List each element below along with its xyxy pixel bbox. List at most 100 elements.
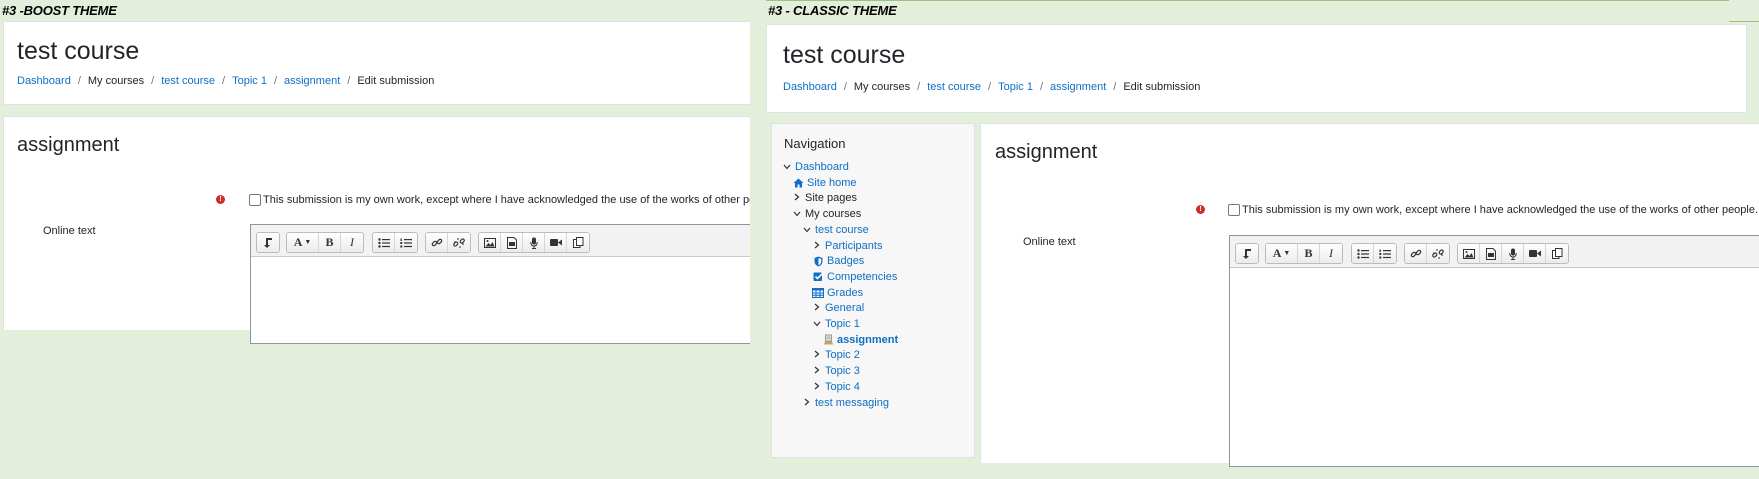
editor-content-area[interactable] xyxy=(251,258,750,343)
submission-statement-checkbox[interactable] xyxy=(1228,204,1240,216)
chevron-right-icon[interactable] xyxy=(802,398,812,408)
chevron-down-icon[interactable] xyxy=(792,209,802,219)
ordered-list-button[interactable] xyxy=(1374,244,1396,263)
unordered-list-button[interactable] xyxy=(373,233,395,252)
collapse-button[interactable] xyxy=(257,233,279,252)
breadcrumb-separator: / xyxy=(843,81,847,93)
toolbar-group xyxy=(372,232,418,253)
nav-item-label: My courses xyxy=(805,208,862,221)
breadcrumb-separator: / xyxy=(273,75,277,87)
theme-label: #3 -BOOST THEME xyxy=(2,3,117,18)
nav-item[interactable]: Grades xyxy=(812,286,863,300)
breadcrumb-item[interactable]: test course xyxy=(927,81,981,93)
editor-content-area[interactable] xyxy=(1230,269,1759,466)
chevron-down-icon[interactable] xyxy=(782,162,792,172)
breadcrumb-separator: / xyxy=(77,75,81,87)
unlink-icon xyxy=(453,237,465,249)
italic-button[interactable]: I xyxy=(1320,244,1342,263)
breadcrumb-separator: / xyxy=(1039,81,1043,93)
record-video-icon xyxy=(1528,249,1541,258)
check-square-icon xyxy=(812,271,824,282)
chevron-right-icon[interactable] xyxy=(812,241,822,251)
online-text-label: Online text xyxy=(43,225,96,237)
unlink-button[interactable] xyxy=(448,233,470,252)
submission-statement-checkbox[interactable] xyxy=(249,194,261,206)
font-style-button[interactable]: A ▼ xyxy=(287,233,319,252)
breadcrumb-separator: / xyxy=(988,81,992,93)
collapse-button[interactable] xyxy=(1236,244,1258,263)
italic-button[interactable]: I xyxy=(341,233,363,252)
manage-files-button[interactable] xyxy=(567,233,589,252)
bold-icon: B xyxy=(325,235,334,249)
nav-item-label: Topic 4 xyxy=(825,380,860,393)
chevron-right-icon[interactable] xyxy=(812,350,822,360)
nav-item[interactable]: Topic 2 xyxy=(812,348,860,362)
record-video-button[interactable] xyxy=(1524,244,1546,263)
nav-item-label: Topic 2 xyxy=(825,349,860,362)
nav-item[interactable]: My courses xyxy=(792,207,861,221)
chevron-right-icon[interactable] xyxy=(812,303,822,313)
media-button[interactable] xyxy=(1480,244,1502,263)
record-video-button[interactable] xyxy=(545,233,567,252)
breadcrumb-item[interactable]: Topic 1 xyxy=(232,75,267,87)
chevron-right-icon[interactable] xyxy=(812,382,822,392)
toolbar-group xyxy=(1351,243,1397,264)
breadcrumb-item: My courses xyxy=(87,75,145,87)
bold-button[interactable]: B xyxy=(1298,244,1320,263)
chevron-down-icon[interactable] xyxy=(802,225,812,235)
nav-item-label: assignment xyxy=(837,333,899,346)
breadcrumb-separator: / xyxy=(222,75,226,87)
toolbar-group xyxy=(478,232,590,253)
link-button[interactable] xyxy=(426,233,448,252)
link-icon xyxy=(431,237,443,249)
nav-item[interactable]: Topic 4 xyxy=(812,380,860,394)
submission-statement: This submission is my own work, except w… xyxy=(249,194,750,206)
bold-button[interactable]: B xyxy=(319,233,341,252)
nav-item[interactable]: test messaging xyxy=(802,396,889,410)
image-button[interactable] xyxy=(479,233,501,252)
record-audio-icon xyxy=(529,237,538,249)
media-button[interactable] xyxy=(501,233,523,252)
record-audio-button[interactable] xyxy=(523,233,545,252)
nav-item[interactable]: Badges xyxy=(812,254,864,268)
breadcrumb-item[interactable]: test course xyxy=(161,75,215,87)
toolbar-group xyxy=(1235,243,1259,264)
nav-item-label: Topic 3 xyxy=(825,365,860,378)
breadcrumb-item[interactable]: assignment xyxy=(1050,81,1106,93)
nav-item[interactable]: Site pages xyxy=(792,191,857,205)
manage-files-button[interactable] xyxy=(1546,244,1568,263)
image-icon xyxy=(483,237,496,248)
breadcrumb-item[interactable]: assignment xyxy=(284,75,340,87)
nav-item[interactable]: test course xyxy=(802,223,869,237)
boost-theme-panel: #3 -BOOST THEME test course Dashboard / My… xyxy=(0,0,750,479)
nav-item[interactable]: Dashboard xyxy=(782,160,849,174)
chevron-right-icon[interactable] xyxy=(812,366,822,376)
ordered-list-button[interactable] xyxy=(395,233,417,252)
record-audio-button[interactable] xyxy=(1502,244,1524,263)
image-button[interactable] xyxy=(1458,244,1480,263)
italic-icon: I xyxy=(350,235,354,249)
main-region: assignment ! This submission is my own w… xyxy=(3,116,750,344)
unordered-list-icon xyxy=(377,237,390,248)
nav-item[interactable]: assignment xyxy=(822,333,898,347)
nav-item[interactable]: General xyxy=(812,301,864,315)
breadcrumb-item[interactable]: Dashboard xyxy=(783,81,837,93)
breadcrumb-item[interactable]: Topic 1 xyxy=(998,81,1033,93)
font-style-button[interactable]: A ▼ xyxy=(1266,244,1298,263)
nav-item[interactable]: Participants xyxy=(812,239,882,253)
collapse-icon xyxy=(263,237,273,248)
unordered-list-button[interactable] xyxy=(1352,244,1374,263)
top-border-corner xyxy=(1729,0,1759,22)
unlink-button[interactable] xyxy=(1427,244,1449,263)
chevron-down-icon[interactable] xyxy=(812,319,822,329)
breadcrumb-item[interactable]: Dashboard xyxy=(17,75,71,87)
manage-files-icon xyxy=(1551,248,1563,259)
link-button[interactable] xyxy=(1405,244,1427,263)
nav-item[interactable]: Topic 1 xyxy=(812,317,860,331)
online-text-editor: A ▼ B I xyxy=(250,224,750,344)
nav-item[interactable]: Topic 3 xyxy=(812,364,860,378)
nav-item[interactable]: Site home xyxy=(792,176,857,190)
nav-item[interactable]: Competencies xyxy=(812,270,897,284)
chevron-right-icon[interactable] xyxy=(792,193,802,203)
online-text-label: Online text xyxy=(1023,236,1076,248)
